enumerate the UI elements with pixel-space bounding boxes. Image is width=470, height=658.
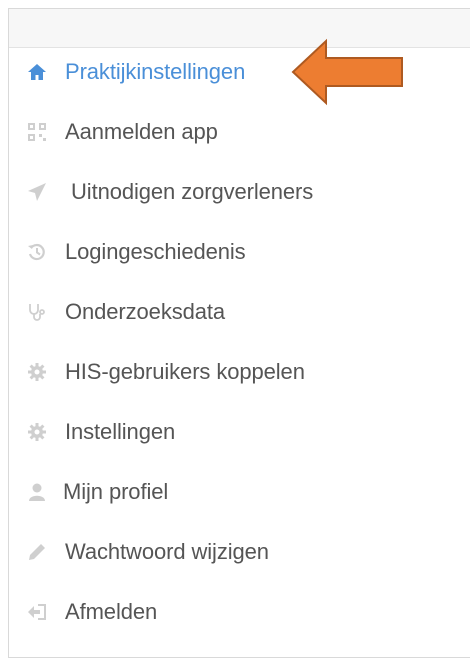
callout-arrow-icon [291, 38, 403, 106]
history-icon [27, 242, 47, 262]
sidebar-item-label: Uitnodigen zorgverleners [71, 179, 314, 204]
gear-icon [27, 362, 47, 382]
home-icon [27, 62, 47, 82]
send-icon [27, 182, 47, 202]
sidebar-item-label: Logingeschiedenis [65, 239, 246, 264]
sidebar-item-label: Praktijkinstellingen [65, 59, 246, 84]
sidebar-item-logingeschiedenis[interactable]: Logingeschiedenis [9, 227, 449, 277]
gear-icon [27, 422, 47, 442]
sidebar-item-label: HIS-gebruikers koppelen [65, 359, 305, 384]
stethoscope-icon [27, 302, 47, 322]
sidebar-item-uitnodigen-zorgverleners[interactable]: Uitnodigen zorgverleners [9, 167, 449, 217]
sidebar-item-his-gebruikers-koppelen[interactable]: HIS-gebruikers koppelen [9, 347, 449, 397]
sidebar-item-label: Afmelden [65, 599, 158, 624]
pencil-icon [27, 542, 47, 562]
sidebar-item-mijn-profiel[interactable]: Mijn profiel [9, 467, 449, 517]
sidebar-item-label: Instellingen [65, 419, 176, 444]
sidebar-item-label: Wachtwoord wijzigen [65, 539, 269, 564]
sidebar-item-instellingen[interactable]: Instellingen [9, 407, 449, 457]
sidebar-item-label: Mijn profiel [63, 479, 169, 504]
sidebar-item-onderzoeksdata[interactable]: Onderzoeksdata [9, 287, 449, 337]
sidebar-item-wachtwoord-wijzigen[interactable]: Wachtwoord wijzigen [9, 527, 449, 577]
sidebar-item-label: Aanmelden app [65, 119, 218, 144]
sidebar-item-afmelden[interactable]: Afmelden [9, 587, 449, 637]
user-icon [27, 482, 47, 502]
sidebar-item-label: Onderzoeksdata [65, 299, 226, 324]
sidebar-item-aanmelden-app[interactable]: Aanmelden app [9, 107, 449, 157]
qr-code-icon [27, 122, 47, 142]
sign-out-icon [27, 602, 47, 622]
